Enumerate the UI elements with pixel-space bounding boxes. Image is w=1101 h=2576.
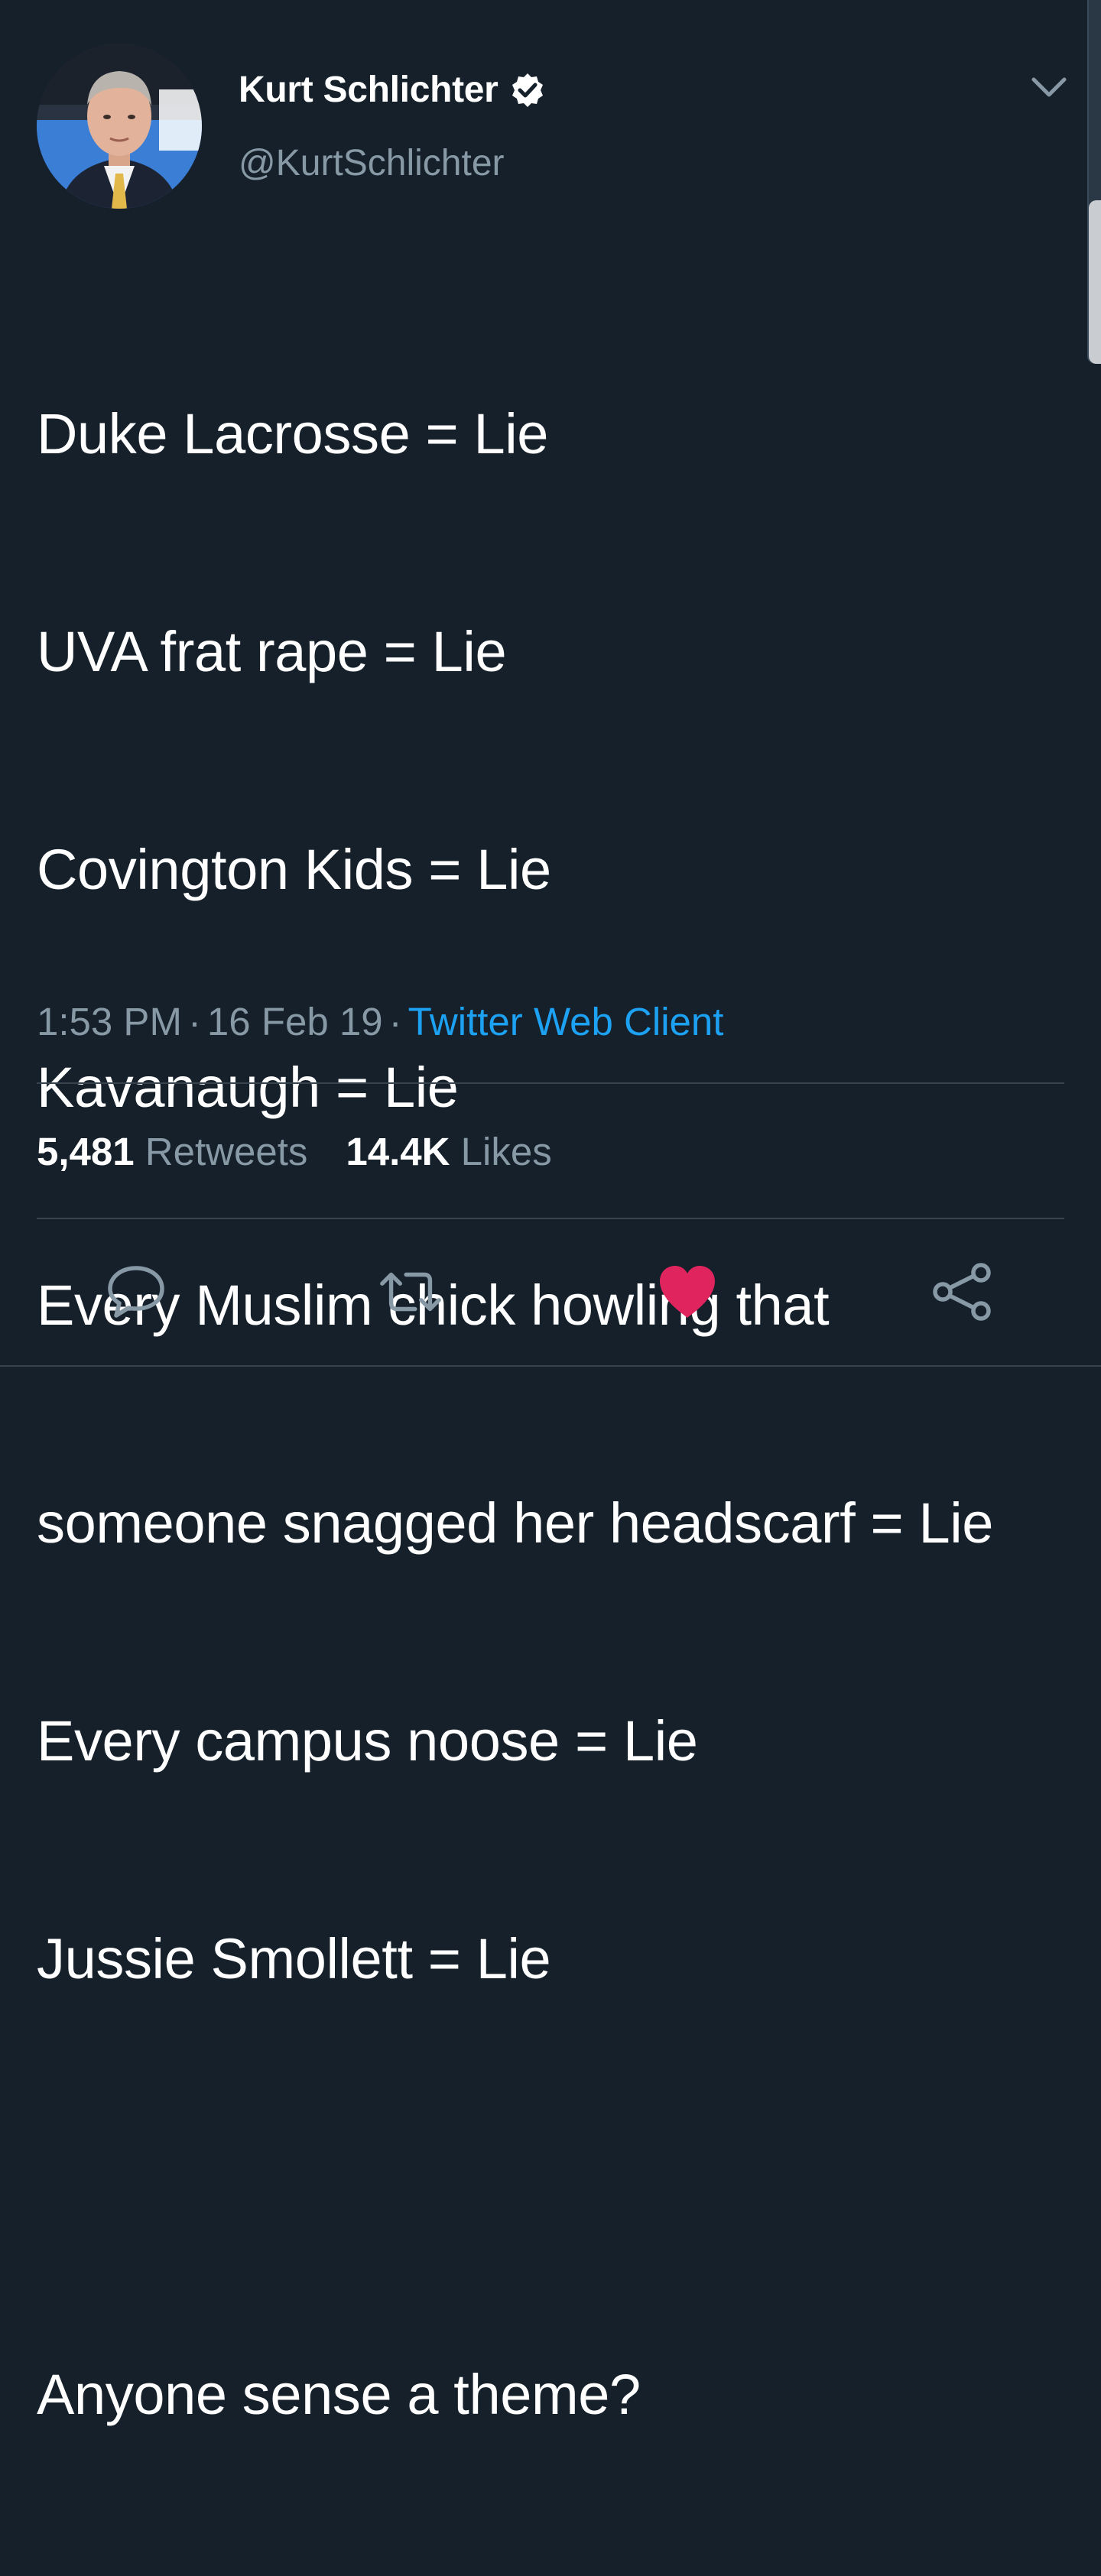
tweet-action-bar: [0, 1257, 1101, 1326]
heart-icon[interactable]: [653, 1257, 722, 1326]
verified-badge-icon: [509, 72, 546, 109]
tweet-meta: 1:53 PM · 16 Feb 19 · Twitter Web Client: [37, 998, 723, 1046]
divider: [37, 1082, 1064, 1084]
avatar-image: [37, 44, 202, 209]
tweet-line: Every campus noose = Lie: [37, 1709, 698, 1773]
retweets-stat[interactable]: 5,481 Retweets: [37, 1130, 307, 1173]
tweet-line: someone snagged her headscarf = Lie: [37, 1491, 994, 1555]
scrollbar-thumb[interactable]: [1089, 200, 1101, 364]
tweet-date[interactable]: 16 Feb 19: [207, 1000, 383, 1043]
likes-label: Likes: [460, 1130, 552, 1173]
paragraph-break: [37, 2140, 1084, 2213]
tweet-source-link[interactable]: Twitter Web Client: [408, 1000, 724, 1043]
tweet-line: Kavanaugh = Lie: [37, 1056, 459, 1119]
tweet-detail: Kurt Schlichter @KurtSchlichter Duke Lac…: [0, 0, 1101, 2426]
author-display-name[interactable]: Kurt Schlichter: [239, 67, 499, 113]
retweet-icon[interactable]: [376, 1257, 445, 1326]
tweet-line: Covington Kids = Lie: [37, 838, 551, 901]
share-icon[interactable]: [928, 1257, 997, 1326]
tweet-time[interactable]: 1:53 PM: [37, 1000, 182, 1043]
tweet-stats: 5,481 Retweets 14.4K Likes: [37, 1128, 552, 1176]
meta-separator: ·: [388, 1000, 402, 1043]
meta-separator: ·: [187, 1000, 201, 1043]
tweet-closing-line: Anyone sense a theme?: [37, 2363, 641, 2426]
tweet-line: Duke Lacrosse = Lie: [37, 402, 549, 466]
reply-icon[interactable]: [102, 1257, 171, 1326]
retweets-count: 5,481: [37, 1130, 135, 1173]
avatar[interactable]: [37, 44, 202, 209]
likes-stat[interactable]: 14.4K Likes: [346, 1130, 551, 1173]
tweet-line: UVA frat rape = Lie: [37, 620, 507, 683]
author-name-row[interactable]: Kurt Schlichter: [239, 67, 546, 113]
author-handle[interactable]: @KurtSchlichter: [239, 141, 505, 187]
tweet-line: Jussie Smollett = Lie: [37, 1927, 551, 1990]
likes-count: 14.4K: [346, 1130, 450, 1173]
divider: [37, 1218, 1064, 1219]
tweet-text: Duke Lacrosse = Lie UVA frat rape = Lie …: [37, 252, 1084, 2576]
retweets-label: Retweets: [145, 1130, 308, 1173]
divider: [0, 1365, 1101, 1367]
chevron-down-icon[interactable]: [1029, 70, 1069, 104]
